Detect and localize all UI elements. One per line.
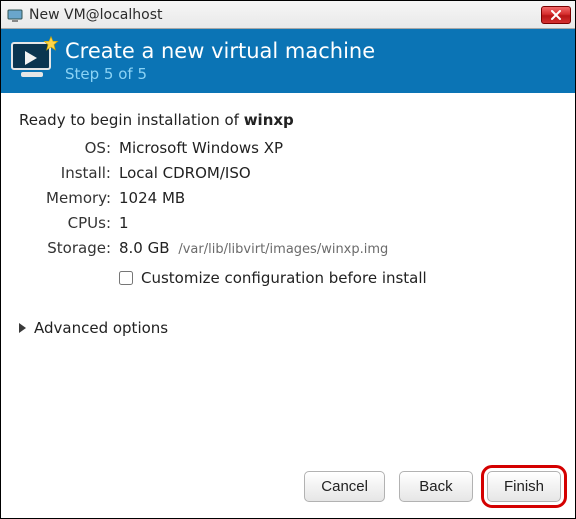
new-vm-icon: [11, 42, 53, 80]
ready-prefix: Ready to begin installation of: [19, 111, 244, 129]
finish-button[interactable]: Finish: [487, 471, 561, 502]
vm-name: winxp: [244, 111, 294, 129]
app-icon: [7, 7, 23, 23]
customize-checkbox[interactable]: [119, 271, 133, 285]
wizard-step: Step 5 of 5: [65, 65, 375, 83]
advanced-options-label: Advanced options: [34, 319, 168, 337]
cpus-value: 1: [119, 214, 557, 232]
install-label: Install:: [19, 164, 111, 182]
customize-label[interactable]: Customize configuration before install: [141, 269, 427, 287]
storage-size: 8.0 GB: [119, 239, 170, 257]
cancel-button[interactable]: Cancel: [304, 471, 385, 502]
close-button[interactable]: [541, 6, 571, 24]
titlebar: New VM@localhost: [1, 1, 575, 29]
back-button[interactable]: Back: [399, 471, 473, 502]
storage-label: Storage:: [19, 239, 111, 257]
wizard-body: Ready to begin installation of winxp OS:…: [1, 93, 575, 459]
vm-wizard-window: New VM@localhost Create a new virtual ma…: [0, 0, 576, 519]
close-icon: [551, 10, 561, 20]
os-value: Microsoft Windows XP: [119, 139, 557, 157]
spec-table: OS: Microsoft Windows XP Install: Local …: [19, 139, 557, 257]
memory-label: Memory:: [19, 189, 111, 207]
advanced-options-toggle[interactable]: Advanced options: [19, 319, 168, 337]
install-value: Local CDROM/ISO: [119, 164, 557, 182]
chevron-right-icon: [19, 323, 26, 333]
storage-value: 8.0 GB /var/lib/libvirt/images/winxp.img: [119, 239, 557, 257]
storage-path: /var/lib/libvirt/images/winxp.img: [178, 242, 388, 257]
wizard-header: Create a new virtual machine Step 5 of 5: [1, 29, 575, 93]
cpus-label: CPUs:: [19, 214, 111, 232]
os-label: OS:: [19, 139, 111, 157]
wizard-footer: Cancel Back Finish: [1, 459, 575, 518]
ready-line: Ready to begin installation of winxp: [19, 111, 557, 129]
new-star-icon: [43, 36, 59, 52]
customize-row: Customize configuration before install: [119, 269, 557, 287]
window-title: New VM@localhost: [29, 7, 541, 23]
memory-value: 1024 MB: [119, 189, 557, 207]
wizard-title: Create a new virtual machine: [65, 39, 375, 63]
